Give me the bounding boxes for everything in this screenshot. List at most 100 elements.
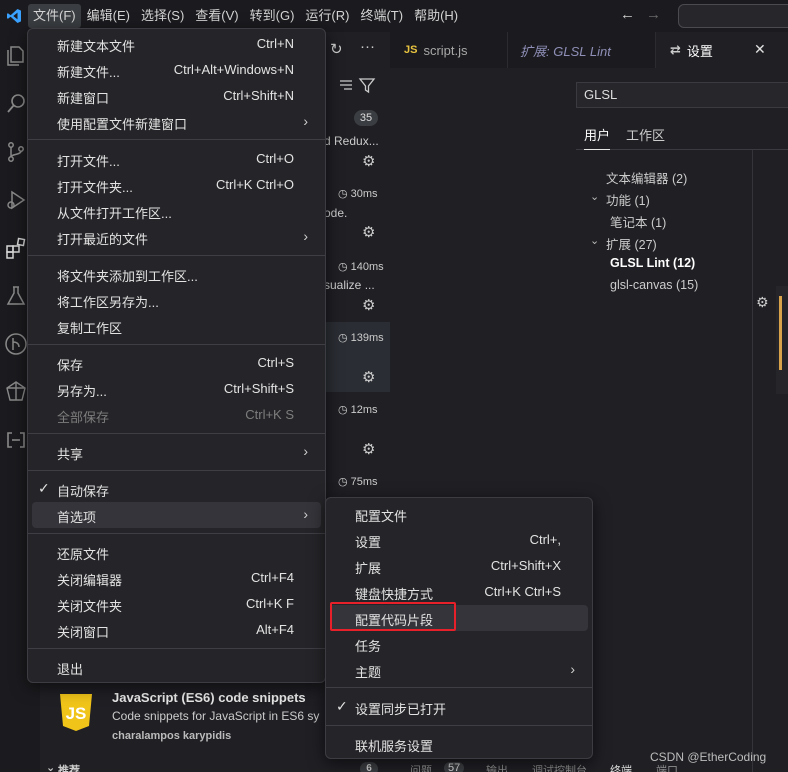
tab-user-settings[interactable]: 用户 [584,125,611,150]
js-file-icon: JS [404,44,418,56]
menu-separator [28,470,325,471]
menu-item-settings[interactable]: 设置 Ctrl+, [330,527,588,553]
menu-separator [28,255,325,256]
source-control-icon[interactable] [4,140,28,164]
menu-item-close-folder[interactable]: 关闭文件夹 Ctrl+K F [32,591,321,617]
menu-item-new-window-profile[interactable]: 使用配置文件新建窗口 › [32,109,321,135]
menu-item-preferences[interactable]: 首选项 › [32,502,321,528]
run-debug-icon[interactable] [4,188,28,212]
menu-item-open-file[interactable]: 打开文件... Ctrl+O [32,146,321,172]
toc-notebook[interactable]: 笔记本 (1) [610,212,666,231]
menu-item-exit[interactable]: 退出 [32,654,321,680]
gear-icon[interactable]: ⚙ [362,440,375,458]
menu-item-tasks[interactable]: 任务 [330,631,588,657]
tab-script-js[interactable]: JS script.js [390,32,508,68]
ext-description-fragment: ode. [324,206,348,220]
menu-item-online-services[interactable]: 联机服务设置 [330,731,588,757]
menu-go[interactable]: 转到(G) [245,4,300,28]
recommended-section-header[interactable]: ⌄ 推荐 6 [40,758,390,772]
tab-workspace-settings[interactable]: 工作区 [626,125,665,150]
panel-tab-terminal[interactable]: 终端 [610,762,632,772]
menu-file[interactable]: 文件(F) [28,4,81,28]
toc-glsl-canvas[interactable]: glsl-canvas (15) [610,278,698,292]
menu-run[interactable]: 运行(R) [300,4,354,28]
toc-glsl-lint[interactable]: GLSL Lint (12) [610,256,695,270]
gear-icon[interactable]: ⚙ [362,223,375,241]
menu-item-add-folder-to-workspace[interactable]: 将文件夹添加到工作区... [32,261,321,287]
chevron-right-icon: › [303,113,308,129]
gear-icon[interactable]: ⚙ [362,152,375,170]
chevron-down-icon: ⌄ [46,762,56,772]
chevron-down-icon[interactable]: ⌄ [590,190,599,203]
editor-tab-bar: JS script.js 扩展: GLSL Lint ⇄ 设置 ✕ [390,32,788,68]
tab-settings[interactable]: ⇄ 设置 [656,32,788,68]
menu-item-new-text-file[interactable]: 新建文本文件 Ctrl+N [32,31,321,57]
gear-icon[interactable]: ⚙ [362,368,375,386]
menu-edit[interactable]: 编辑(E) [82,4,135,28]
menu-item-themes[interactable]: 主题 › [330,657,588,683]
watermark: CSDN @EtherCoding [650,750,767,764]
menu-help[interactable]: 帮助(H) [409,4,463,28]
menu-item-close-window[interactable]: 关闭窗口 Alt+F4 [32,617,321,643]
filter-icon[interactable] [330,74,380,96]
extensions-icon[interactable] [4,236,28,260]
bracket-icon[interactable] [4,428,28,452]
menu-item-profiles[interactable]: 配置文件 [330,501,588,527]
tab-label: 扩展: GLSL Lint [520,43,611,59]
refresh-icon[interactable]: ↻ [330,40,343,58]
explorer-icon[interactable] [4,44,28,68]
vscode-logo-icon [0,0,28,32]
nav-forward-icon[interactable]: → [646,6,661,23]
extension-name: JavaScript (ES6) code snippets [112,690,306,705]
menu-item-duplicate-workspace[interactable]: 复制工作区 [32,313,321,339]
tab-extension-glsl-lint[interactable]: 扩展: GLSL Lint [508,32,656,68]
toc-extensions[interactable]: 扩展 (27) [606,234,657,253]
checkmark-icon: ✓ [38,480,50,496]
menu-item-share[interactable]: 共享 › [32,439,321,465]
menu-selection[interactable]: 选择(S) [136,4,189,28]
command-center-search[interactable] [678,4,788,28]
menu-item-revert-file[interactable]: 还原文件 [32,539,321,565]
close-icon[interactable]: ✕ [754,41,766,58]
menu-item-auto-save[interactable]: ✓ 自动保存 [32,476,321,502]
git-graph-icon[interactable] [4,332,28,356]
more-actions-icon[interactable]: ··· [360,38,375,55]
menu-item-open-folder[interactable]: 打开文件夹... Ctrl+K Ctrl+O [32,172,321,198]
panel-tab-debug-console[interactable]: 调试控制台 [532,762,587,772]
menu-separator [326,687,592,688]
recommended-label: 推荐 [58,765,80,772]
toc-features[interactable]: 功能 (1) [606,190,650,209]
menu-item-open-workspace[interactable]: 从文件打开工作区... [32,198,321,224]
panel-tab-problems[interactable]: 问题 [410,762,432,772]
menu-item-close-editor[interactable]: 关闭编辑器 Ctrl+F4 [32,565,321,591]
menu-separator [326,725,592,726]
search-icon[interactable] [4,92,28,116]
menu-terminal[interactable]: 终端(T) [355,4,408,28]
ext-description-fragment: d Redux... [324,134,379,148]
menu-view[interactable]: 查看(V) [190,4,243,28]
gear-icon[interactable]: ⚙ [362,296,375,314]
gear-icon[interactable]: ⚙ [756,294,769,311]
menu-separator [28,533,325,534]
menu-item-settings-sync[interactable]: ✓ 设置同步已打开 [330,694,588,720]
nav-back-icon[interactable]: ← [620,6,635,23]
js-shield-icon: JS [56,692,96,732]
menu-item-extensions[interactable]: 扩展 Ctrl+Shift+X [330,553,588,579]
chevron-right-icon: › [303,228,308,244]
chevron-down-icon[interactable]: ⌄ [590,234,599,247]
menu-item-save-workspace-as[interactable]: 将工作区另存为... [32,287,321,313]
remote-explorer-icon[interactable] [4,380,28,404]
menu-separator [28,344,325,345]
settings-search-input[interactable]: GLSL [576,82,788,108]
chevron-right-icon: › [303,443,308,459]
toc-text-editor[interactable]: 文本编辑器 (2) [606,168,687,187]
settings-scrollbar[interactable] [776,286,788,394]
menu-item-save-as[interactable]: 另存为... Ctrl+Shift+S [32,376,321,402]
activation-time: ◷ 140ms [338,261,384,273]
menu-item-new-file[interactable]: 新建文件... Ctrl+Alt+Windows+N [32,57,321,83]
menu-item-new-window[interactable]: 新建窗口 Ctrl+Shift+N [32,83,321,109]
panel-tab-output[interactable]: 输出 [486,762,508,772]
menu-item-save[interactable]: 保存 Ctrl+S [32,350,321,376]
testing-icon[interactable] [4,284,28,308]
menu-item-open-recent[interactable]: 打开最近的文件 › [32,224,321,250]
